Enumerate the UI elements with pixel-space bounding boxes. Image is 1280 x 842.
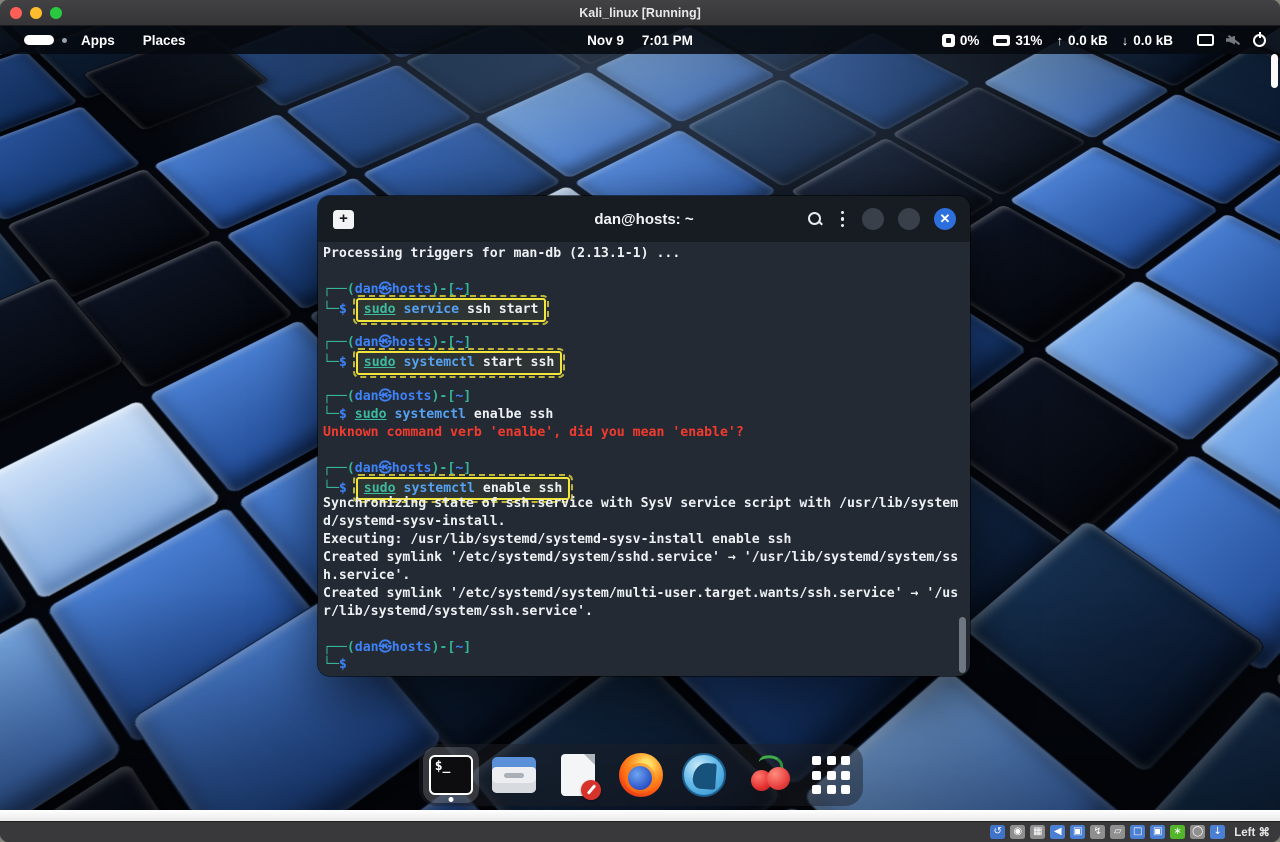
apps-menu[interactable]: Apps	[67, 26, 129, 54]
terminal-line: d/systemd-sysv-install.	[323, 514, 506, 530]
memory-icon	[993, 34, 1011, 46]
clock-time: 7:01 PM	[641, 32, 693, 48]
network-adapters-icon[interactable]: ▣	[1070, 825, 1086, 839]
memory-indicator[interactable]: 31%	[993, 33, 1042, 48]
places-menu[interactable]: Places	[129, 26, 200, 54]
virtualbox-window: Kali_linux [Running] Apps Places Nov 9 7…	[0, 0, 1280, 842]
net-down-indicator[interactable]: ↓ 0.0 kB	[1122, 33, 1173, 48]
display-icon	[1197, 34, 1214, 46]
terminal-lines: Processing triggers for man-db (2.13.1-1…	[323, 245, 970, 674]
virtualbox-statusbar: ↺ ◉ ▦ ◀ ▣ ↯ ▱ □ ▣ ∗ ◯ ↓ Left ⌘	[0, 821, 1280, 842]
video-capture-icon[interactable]: ▣	[1150, 825, 1166, 839]
terminal-line: └─$ sudo service ssh start	[323, 294, 970, 326]
terminal-output: Processing triggers for man-db (2.13.1-1…	[318, 242, 970, 676]
screenshot-stage: Kali_linux [Running] Apps Places Nov 9 7…	[0, 0, 1280, 842]
dock-item-app-grid[interactable]	[803, 747, 859, 803]
files-app-icon	[492, 757, 537, 793]
terminal-line: ┌──(dan㉿hosts)-[~]	[323, 389, 472, 405]
terminal-line: └─$ sudo systemctl enalbe ssh	[323, 407, 554, 423]
terminal-line: Synchronizing state of ssh.service with …	[323, 496, 959, 512]
workspace-indicator-active[interactable]	[24, 35, 54, 45]
dock-item-files[interactable]	[486, 747, 542, 803]
search-icon[interactable]	[807, 211, 823, 227]
gnome-top-bar: Apps Places Nov 9 7:01 PM 0% 31% ↑ 0.0 k…	[0, 26, 1280, 54]
terminal-app-icon: $_	[428, 755, 473, 795]
terminal-line: └─$ sudo systemctl start ssh	[323, 347, 970, 379]
terminal-actions: ✕	[807, 208, 956, 230]
cpu-icon	[941, 33, 955, 47]
window-bottom-strip	[0, 810, 1280, 821]
keyboard-capture-icon[interactable]: ↓	[1210, 825, 1226, 839]
dock-item-text-editor[interactable]	[550, 747, 606, 803]
app-grid-icon	[812, 756, 851, 794]
terminal-line: ┌──(dan㉿hosts)-[~]	[323, 281, 472, 297]
terminal-line: └─$ sudo systemctl enable ssh	[323, 473, 970, 504]
shared-folders-icon[interactable]: ▱	[1110, 825, 1126, 839]
optical-drive-icon[interactable]: ◉	[1010, 825, 1026, 839]
highlight-annotation: sudo service ssh start	[352, 294, 550, 326]
menu-kebab-icon[interactable]	[837, 210, 849, 228]
floppy-drive-icon[interactable]: ▦	[1030, 825, 1046, 839]
dock-item-wireshark[interactable]	[676, 747, 732, 803]
cherrytree-app-icon	[746, 753, 790, 797]
usb-devices-icon[interactable]: ↯	[1090, 825, 1106, 839]
clock-date: Nov 9	[587, 32, 624, 48]
system-menu[interactable]	[1197, 31, 1266, 47]
clock-menu[interactable]: Nov 9 7:01 PM	[587, 33, 693, 48]
system-indicators: 0% 31% ↑ 0.0 kB ↓ 0.0 kB	[941, 31, 1266, 48]
terminal-line: Created symlink '/etc/systemd/system/mul…	[323, 585, 959, 601]
text-editor-app-icon	[560, 754, 601, 800]
dock: $_	[419, 744, 863, 806]
host-key-label: Left ⌘	[1234, 827, 1270, 839]
audio-muted-icon	[1226, 34, 1241, 47]
terminal-line: Executing: /usr/lib/systemd/systemd-sysv…	[323, 532, 792, 548]
terminal-window: dan@hosts: ~ ✕ Processing triggers for m…	[318, 196, 970, 676]
display-icon[interactable]: □	[1130, 825, 1146, 839]
power-icon	[1253, 31, 1266, 47]
dock-item-cherrytree[interactable]	[740, 747, 796, 803]
terminal-scrollbar-thumb[interactable]	[959, 617, 966, 673]
dock-item-terminal[interactable]: $_	[422, 747, 479, 803]
terminal-line: Unknown command verb 'enalbe', did you m…	[323, 424, 744, 440]
vm-window-title: Kali_linux [Running]	[579, 5, 701, 20]
net-up-indicator[interactable]: ↑ 0.0 kB	[1056, 33, 1107, 48]
pencil-badge-icon	[580, 780, 601, 800]
mouse-integration-icon[interactable]: ◯	[1190, 825, 1206, 839]
vm-titlebar: Kali_linux [Running]	[0, 0, 1280, 26]
cpu-value: 0%	[959, 32, 980, 48]
terminal-line: └─$	[323, 657, 347, 673]
memory-value: 31%	[1015, 32, 1043, 48]
net-down-value: 0.0 kB	[1133, 32, 1173, 48]
terminal-line: Processing triggers for man-db (2.13.1-1…	[323, 246, 681, 261]
audio-icon[interactable]: ◀	[1050, 825, 1066, 839]
maximize-button[interactable]	[898, 208, 920, 230]
terminal-titlebar[interactable]: dan@hosts: ~ ✕	[318, 196, 970, 242]
terminal-line: ┌──(dan㉿hosts)-[~]	[323, 335, 472, 351]
net-up-value: 0.0 kB	[1067, 32, 1108, 48]
dock-item-firefox[interactable]	[613, 747, 669, 803]
terminal-line: h.service'.	[323, 568, 411, 584]
upload-arrow-icon: ↑	[1056, 32, 1063, 48]
wireshark-app-icon	[682, 753, 727, 797]
download-arrow-icon: ↓	[1121, 32, 1129, 48]
terminal-line: r/lib/systemd/system/ssh.service'.	[323, 603, 593, 619]
terminal-line: ┌──(dan㉿hosts)-[~]	[323, 639, 472, 655]
guest-screen: Apps Places Nov 9 7:01 PM 0% 31% ↑ 0.0 k…	[0, 26, 1280, 810]
statusbar-icons: ↺ ◉ ▦ ◀ ▣ ↯ ▱ □ ▣ ∗ ◯ ↓	[990, 825, 1226, 839]
host-scrollbar-thumb[interactable]	[1271, 54, 1278, 88]
network-activity-icon[interactable]: ∗	[1170, 825, 1186, 839]
close-button[interactable]: ✕	[934, 208, 956, 230]
terminal-line: Created symlink '/etc/systemd/system/ssh…	[323, 550, 959, 566]
terminal-line: ┌──(dan㉿hosts)-[~]	[323, 460, 472, 476]
minimize-button[interactable]	[862, 208, 884, 230]
running-indicator-dot	[448, 797, 454, 802]
firefox-app-icon	[618, 753, 663, 797]
hard-disk-activity-icon[interactable]: ↺	[990, 825, 1006, 839]
cpu-indicator[interactable]: 0%	[941, 32, 980, 48]
highlight-annotation: sudo systemctl start ssh	[352, 347, 566, 379]
